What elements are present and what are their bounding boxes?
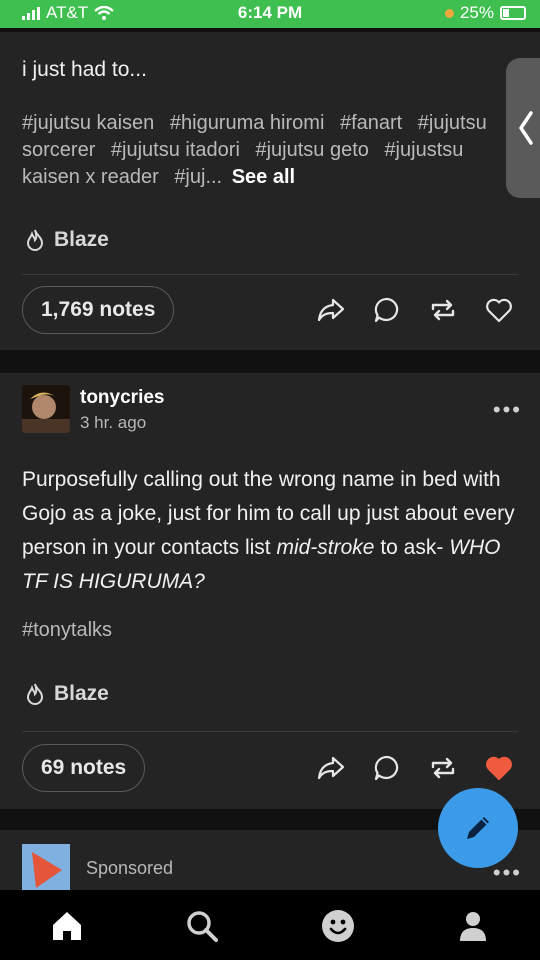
avatar-image (22, 385, 70, 433)
battery-icon (500, 6, 526, 20)
smiley-icon (322, 910, 354, 942)
share-icon (317, 298, 345, 322)
home-icon (53, 912, 81, 940)
privacy-dot-icon (444, 8, 454, 18)
blaze-label: Blaze (54, 682, 109, 705)
heart-icon (486, 298, 512, 323)
tag[interactable]: #fanart (340, 112, 402, 134)
notes-button[interactable]: 1,769 notes (22, 286, 175, 334)
reply-button[interactable] (372, 753, 402, 783)
tag[interactable]: #tonytalks (22, 619, 112, 641)
more-options-icon[interactable]: ••• (493, 397, 522, 423)
pencil-icon (467, 817, 489, 839)
like-button[interactable] (484, 753, 514, 783)
dashboard-feed[interactable]: i just had to... #jujutsu kaisen #higuru… (0, 28, 540, 890)
tag[interactable]: #jujutsu itadori (111, 139, 240, 161)
reblog-icon (431, 299, 455, 321)
sponsor-logo[interactable] (22, 844, 70, 890)
reply-button[interactable] (372, 295, 402, 325)
blaze-button[interactable]: Blaze (24, 228, 109, 252)
like-button[interactable] (484, 295, 514, 325)
status-right: 25% (444, 3, 526, 23)
more-options-icon[interactable]: ••• (493, 860, 522, 886)
share-button[interactable] (316, 295, 346, 325)
reblog-button[interactable] (428, 295, 458, 325)
flame-icon (26, 683, 44, 705)
reply-icon (374, 297, 399, 323)
status-bar: AT&T 6:14 PM 25% (0, 0, 540, 28)
reblog-button[interactable] (428, 753, 458, 783)
tab-activity[interactable] (318, 906, 358, 946)
notes-button[interactable]: 69 notes (22, 744, 146, 792)
sponsor-logo-image (22, 844, 70, 890)
post-card: i just had to... #jujutsu kaisen #higuru… (0, 32, 540, 350)
post-tags: #tonytalks (22, 617, 490, 644)
share-icon (317, 756, 345, 780)
post-timestamp: 3 hr. ago (80, 413, 147, 432)
heart-icon (486, 756, 512, 781)
sponsored-label: Sponsored (86, 858, 174, 878)
post-text: Purposefully calling out the wrong name … (22, 463, 516, 599)
tag[interactable]: #juj... (174, 166, 222, 188)
bottom-tab-bar (0, 890, 540, 960)
post-tags: #jujutsu kaisen #higuruma hiromi #fanart… (22, 110, 490, 191)
person-icon (460, 912, 486, 941)
avatar[interactable] (22, 385, 70, 433)
tag[interactable]: #higuruma hiromi (170, 112, 325, 134)
divider (22, 274, 518, 275)
post-card: tonycries 3 hr. ago ••• Purposefully cal… (0, 373, 540, 809)
reply-icon (374, 755, 399, 781)
post-text-part: to ask- (374, 536, 450, 559)
tab-home[interactable] (47, 906, 87, 946)
search-icon (187, 911, 218, 942)
post-actions (316, 295, 514, 325)
share-button[interactable] (316, 753, 346, 783)
reblog-icon (431, 757, 455, 779)
blaze-label: Blaze (54, 228, 109, 251)
see-all-link[interactable]: See all (232, 166, 295, 188)
tab-account[interactable] (453, 906, 493, 946)
tag[interactable]: #jujutsu kaisen (22, 112, 154, 134)
divider (22, 731, 518, 732)
blaze-button[interactable]: Blaze (24, 682, 109, 706)
tag[interactable]: #jujutsu geto (255, 139, 368, 161)
tab-search[interactable] (182, 906, 222, 946)
chevron-left-icon (519, 111, 533, 145)
post-text-italic: mid-stroke (276, 536, 375, 559)
flame-icon (26, 229, 44, 251)
post-text: i just had to... (22, 58, 147, 81)
compose-button[interactable] (438, 788, 518, 868)
battery-label: 25% (459, 3, 494, 22)
post-actions (316, 753, 514, 783)
post-username[interactable]: tonycries (80, 387, 164, 409)
side-panel-tab[interactable] (506, 58, 540, 198)
